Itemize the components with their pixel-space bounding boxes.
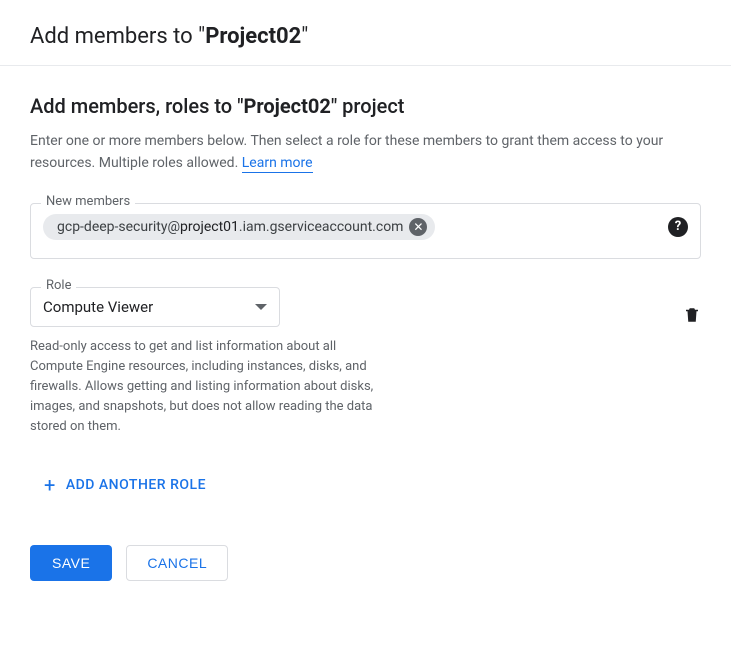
heading-project: Project02 <box>243 94 330 118</box>
learn-more-link[interactable]: Learn more <box>242 155 313 173</box>
new-members-field[interactable]: New members gcp-deep-security@project01.… <box>30 203 701 259</box>
add-another-role-button[interactable]: + ADD ANOTHER ROLE <box>44 473 206 497</box>
role-column: Role Compute Viewer Read-only access to … <box>30 287 380 438</box>
role-select[interactable]: Role Compute Viewer <box>30 287 280 327</box>
title-prefix: Add members to " <box>30 24 205 49</box>
new-members-legend: New members <box>41 194 135 209</box>
intro-body: Enter one or more members below. Then se… <box>30 133 663 171</box>
chip-row: gcp-deep-security@project01.iam.gservice… <box>43 214 688 240</box>
chip-remove-icon[interactable]: ✕ <box>409 218 427 236</box>
role-description: Read-only access to get and list informa… <box>30 337 380 438</box>
role-legend: Role <box>41 278 76 293</box>
heading-prefix: Add members, roles to " <box>30 94 243 118</box>
add-role-label: ADD ANOTHER ROLE <box>66 477 206 493</box>
save-button[interactable]: SAVE <box>30 545 112 581</box>
role-select-box[interactable]: Compute Viewer <box>31 288 279 326</box>
section-heading: Add members, roles to "Project02" projec… <box>30 94 701 118</box>
dialog-title: Add members to "Project02" <box>0 0 731 66</box>
help-icon[interactable]: ? <box>668 217 688 237</box>
plus-icon: + <box>44 473 56 497</box>
title-project: Project02 <box>205 24 301 49</box>
caret-down-icon <box>255 304 267 310</box>
member-chip[interactable]: gcp-deep-security@project01.iam.gservice… <box>43 214 435 240</box>
trash-icon <box>683 305 701 325</box>
title-suffix: " <box>301 24 308 49</box>
role-row: Role Compute Viewer Read-only access to … <box>30 287 701 438</box>
dialog-content: Add members, roles to "Project02" projec… <box>0 66 731 609</box>
heading-suffix: " project <box>331 94 405 118</box>
cancel-button[interactable]: CANCEL <box>126 545 228 581</box>
intro-text: Enter one or more members below. Then se… <box>30 130 701 175</box>
role-selected-value: Compute Viewer <box>43 298 153 316</box>
button-row: SAVE CANCEL <box>30 545 701 581</box>
chip-text: gcp-deep-security@project01.iam.gservice… <box>57 219 403 235</box>
delete-role-button[interactable] <box>683 305 701 325</box>
